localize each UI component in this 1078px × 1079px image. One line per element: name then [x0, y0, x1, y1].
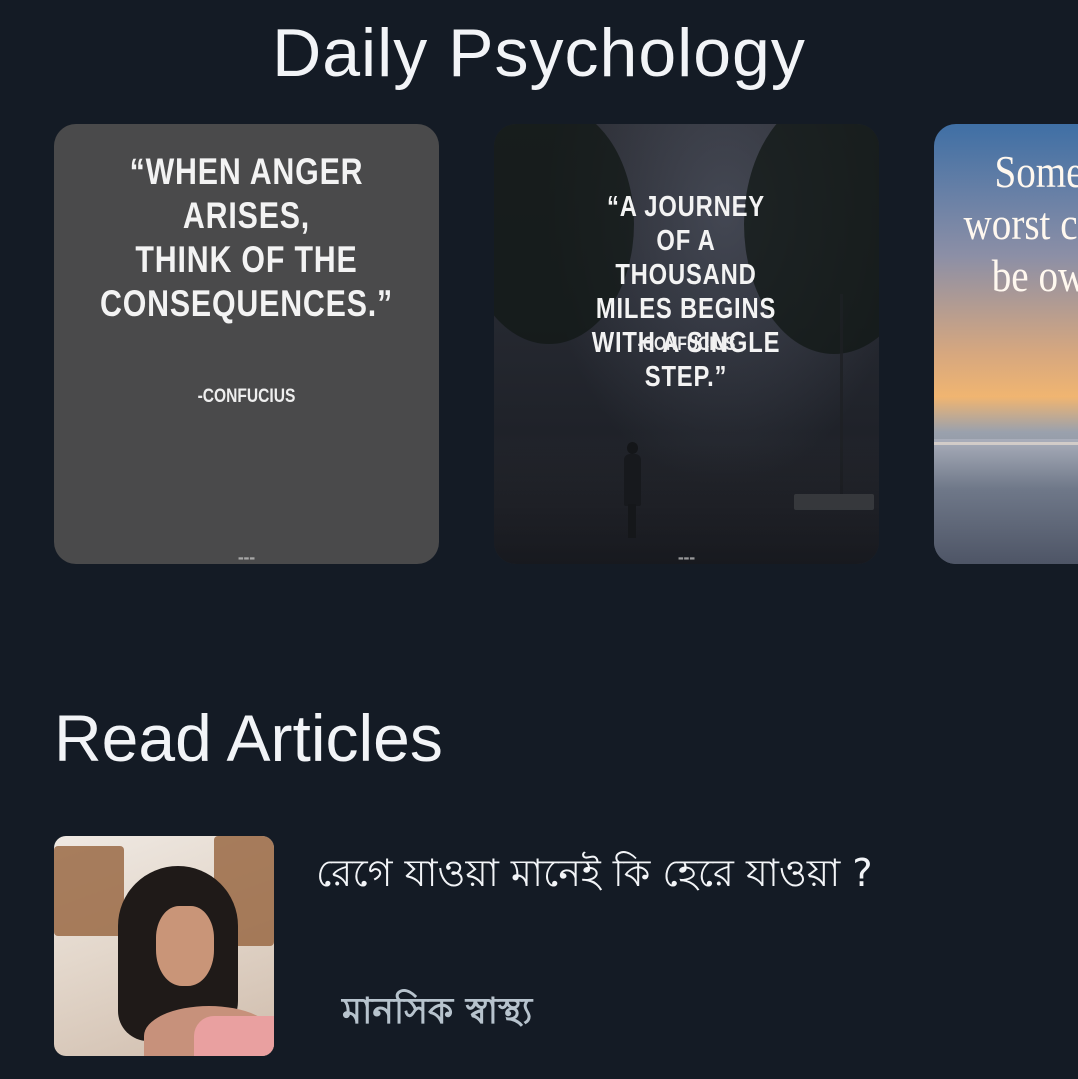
- quote-text: “WHEN ANGER ARISES, THINK OF THE CONSEQU…: [99, 151, 394, 324]
- article-title[interactable]: রেগে যাওয়া মানেই কি হেরে যাওয়া ?: [316, 844, 873, 908]
- face-shape: [156, 906, 214, 986]
- quote-author: -CONFUCIUS: [637, 334, 736, 355]
- watermark-logo: ▬▬▬: [237, 555, 255, 562]
- quote-author: -CONFUCIUS: [197, 386, 296, 407]
- article-category: মানসিক স্বাস্থ্য: [342, 991, 533, 1032]
- watermark-logo: ▬▬▬: [677, 555, 695, 562]
- page-title: Daily Psychology: [272, 15, 806, 91]
- chair-shape: [54, 846, 124, 936]
- quote-text: “A JOURNEY OF A THOUSAND MILES BEGINS WI…: [591, 191, 781, 393]
- beach-sand: [934, 439, 1078, 564]
- quote-text: Some worst can be ow: [963, 146, 1078, 301]
- quote-card[interactable]: “WHEN ANGER ARISES, THINK OF THE CONSEQU…: [54, 124, 439, 564]
- person-silhouette: [622, 442, 642, 538]
- article-list-item[interactable]: রেগে যাওয়া মানেই কি হেরে যাওয়া ? মানসি…: [54, 836, 1054, 1056]
- section-title-read-articles: Read Articles: [54, 701, 443, 775]
- article-thumbnail[interactable]: [54, 836, 274, 1056]
- page: Daily Psychology “WHEN ANGER ARISES, THI…: [0, 0, 1078, 1079]
- quote-card[interactable]: “A JOURNEY OF A THOUSAND MILES BEGINS WI…: [494, 124, 879, 564]
- quote-card[interactable]: Some worst can be ow: [934, 124, 1078, 564]
- clothing-shape: [194, 1016, 274, 1056]
- quote-carousel[interactable]: “WHEN ANGER ARISES, THINK OF THE CONSEQU…: [54, 124, 1078, 564]
- shoreline: [934, 442, 1078, 445]
- bench: [794, 494, 874, 510]
